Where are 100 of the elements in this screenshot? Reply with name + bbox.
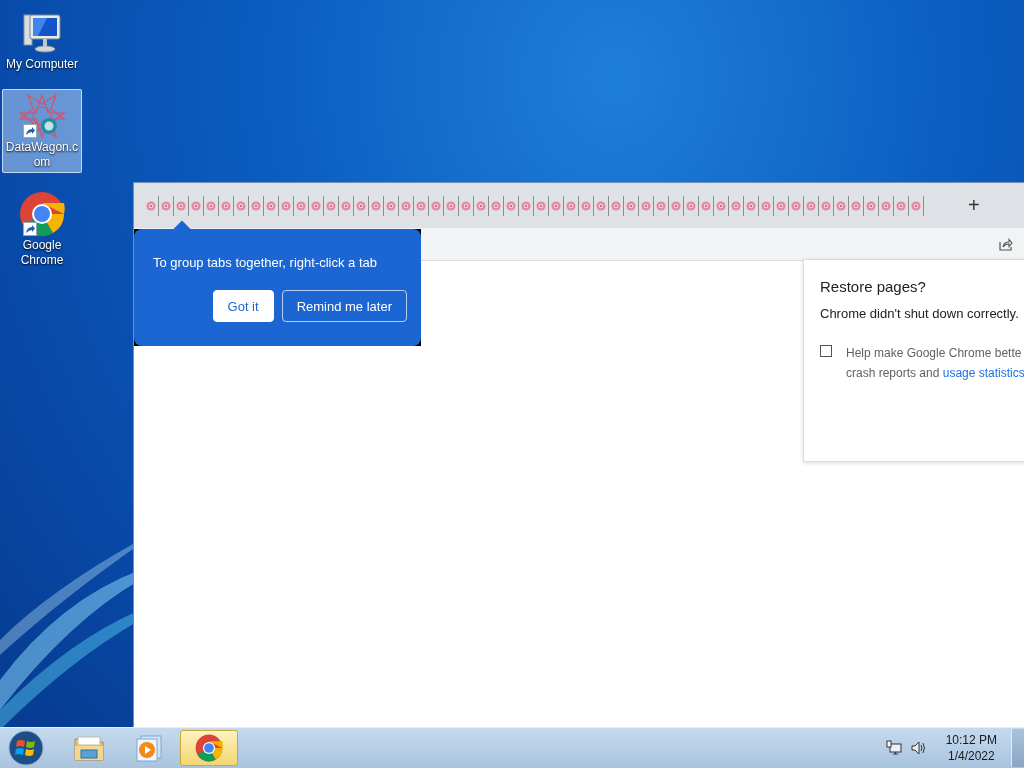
tab[interactable]: [774, 195, 789, 216]
tab[interactable]: [294, 195, 309, 216]
tab[interactable]: [414, 195, 429, 216]
flower-icon: [326, 199, 336, 212]
tab[interactable]: [249, 195, 264, 216]
tab[interactable]: [144, 195, 159, 216]
flower-icon: [866, 199, 876, 212]
tab[interactable]: [894, 195, 909, 216]
tab[interactable]: [684, 195, 699, 216]
tab[interactable]: [504, 195, 519, 216]
remind-later-button[interactable]: Remind me later: [281, 290, 407, 322]
computer-icon: [20, 13, 64, 53]
show-desktop-button[interactable]: [1011, 729, 1024, 767]
new-tab-button[interactable]: +: [964, 194, 984, 217]
taskbar-button[interactable]: [180, 730, 238, 766]
shortcut-label: Google Chrome: [19, 238, 65, 268]
flower-icon: [581, 199, 591, 212]
tab[interactable]: [189, 195, 204, 216]
tab[interactable]: [429, 195, 444, 216]
tab[interactable]: [639, 195, 654, 216]
tab[interactable]: [909, 195, 924, 216]
tab[interactable]: [279, 195, 294, 216]
flower-icon: [296, 199, 306, 212]
flower-icon: [821, 199, 831, 212]
tab[interactable]: [369, 195, 384, 216]
tab[interactable]: [174, 195, 189, 216]
tab[interactable]: [789, 195, 804, 216]
flower-icon: [596, 199, 606, 212]
shortcut-label: DataWagon.com: [4, 140, 80, 170]
tab[interactable]: [309, 195, 324, 216]
consent-checkbox[interactable]: [820, 345, 832, 357]
tab[interactable]: [474, 195, 489, 216]
tab[interactable]: [264, 195, 279, 216]
tab[interactable]: [549, 195, 564, 216]
clock[interactable]: 10:12 PM 1/4/2022: [945, 732, 997, 764]
flower-icon: [206, 199, 216, 212]
tab[interactable]: [564, 195, 579, 216]
tab[interactable]: [579, 195, 594, 216]
desktop-shortcut[interactable]: Google Chrome: [2, 187, 82, 271]
tab[interactable]: [699, 195, 714, 216]
tab[interactable]: [519, 195, 534, 216]
flower-icon: [791, 199, 801, 212]
flower-icon: [416, 199, 426, 212]
tab[interactable]: [219, 195, 234, 216]
flower-icon: [566, 199, 576, 212]
tab[interactable]: [669, 195, 684, 216]
flower-icon: [281, 199, 291, 212]
start-button[interactable]: [8, 730, 44, 766]
tab[interactable]: [834, 195, 849, 216]
tab[interactable]: [459, 195, 474, 216]
tab[interactable]: [729, 195, 744, 216]
tab[interactable]: [594, 195, 609, 216]
tab[interactable]: [204, 195, 219, 216]
desktop-shortcut[interactable]: My Computer: [2, 6, 82, 75]
tab[interactable]: [354, 195, 369, 216]
tab[interactable]: [804, 195, 819, 216]
tab[interactable]: [384, 195, 399, 216]
flower-icon: [671, 199, 681, 212]
clock-date: 1/4/2022: [947, 748, 995, 764]
flower-icon: [401, 199, 411, 212]
flower-icon: [341, 199, 351, 212]
flower-icon: [521, 199, 531, 212]
tab[interactable]: [339, 195, 354, 216]
tab[interactable]: [849, 195, 864, 216]
chrome-icon: [195, 734, 223, 762]
tab[interactable]: [879, 195, 894, 216]
flower-icon: [806, 199, 816, 212]
tab[interactable]: [609, 195, 624, 216]
flower-icon: [536, 199, 546, 212]
usage-statistics-link[interactable]: usage statistics: [942, 366, 1024, 380]
tab[interactable]: [444, 195, 459, 216]
speaker-icon[interactable]: [909, 740, 926, 756]
flower-icon: [356, 199, 366, 212]
share-icon[interactable]: [999, 237, 1013, 251]
got-it-button[interactable]: Got it: [212, 290, 274, 322]
tab[interactable]: [714, 195, 729, 216]
flower-icon: [431, 199, 441, 212]
flower-icon: [911, 199, 921, 212]
tab[interactable]: [534, 195, 549, 216]
network-icon[interactable]: [885, 740, 902, 756]
tab[interactable]: [234, 195, 249, 216]
star-flower-icon: [18, 93, 66, 139]
tab[interactable]: [759, 195, 774, 216]
tab[interactable]: [159, 195, 174, 216]
flower-icon: [551, 199, 561, 212]
tab[interactable]: [744, 195, 759, 216]
tab[interactable]: [324, 195, 339, 216]
flower-icon: [686, 199, 696, 212]
flower-icon: [371, 199, 381, 212]
tab[interactable]: [489, 195, 504, 216]
tab[interactable]: [654, 195, 669, 216]
tab[interactable]: [624, 195, 639, 216]
folder-icon: [73, 734, 105, 762]
flower-icon: [896, 199, 906, 212]
tab[interactable]: [864, 195, 879, 216]
flower-icon: [776, 199, 786, 212]
flower-icon: [161, 199, 171, 212]
flower-icon: [446, 199, 456, 212]
tab[interactable]: [399, 195, 414, 216]
tab[interactable]: [819, 195, 834, 216]
